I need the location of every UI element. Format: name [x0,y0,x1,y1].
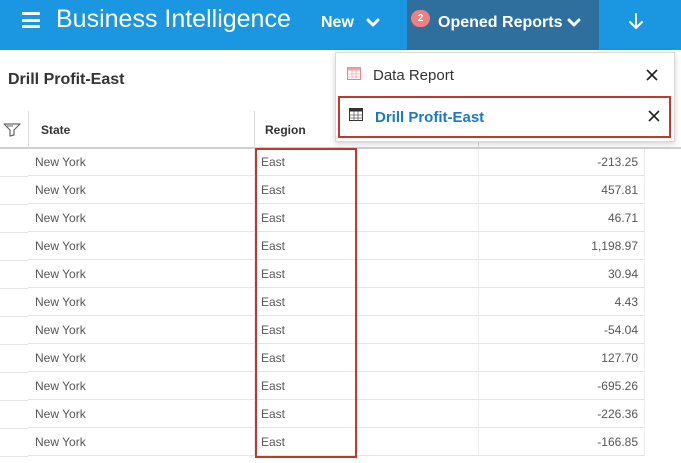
state-cell: New York [28,401,254,428]
new-menu-button[interactable]: New [306,0,402,50]
filter-icon[interactable] [3,123,21,137]
profit-cell: -695.26 [478,373,645,400]
state-cell: New York [28,429,254,456]
state-cell: New York [28,149,254,176]
opened-report-label: Data Report [373,67,454,84]
table-row[interactable]: New York East -166.85 [0,429,681,457]
column-header-state[interactable]: State [41,123,70,137]
table-row[interactable]: New York East 127.70 [0,345,681,373]
state-cell: New York [28,233,254,260]
state-cell: New York [28,345,254,372]
row-gutter [0,261,28,289]
profit-cell: -54.04 [478,317,645,344]
profit-cell: 1,198.97 [478,233,645,260]
row-gutter [0,345,28,373]
report-icon [347,67,361,80]
state-cell: New York [28,261,254,288]
opened-reports-count-badge: 2 [411,10,430,27]
region-cell: East [254,233,478,260]
chevron-down-icon [366,18,380,27]
table-body: New York East -213.25 New York East 457.… [0,149,681,457]
row-gutter [0,373,28,401]
table-row[interactable]: New York East -54.04 [0,317,681,345]
profit-cell: 4.43 [478,289,645,316]
profit-cell: 46.71 [478,205,645,232]
region-cell: East [254,205,478,232]
arrow-down-icon [629,13,643,29]
table-row[interactable]: New York East 1,198.97 [0,233,681,261]
table-icon [349,108,363,121]
opened-reports-menu-button[interactable]: 2 Opened Reports [407,0,599,50]
row-gutter [0,233,28,261]
row-gutter [0,317,28,345]
page-title: Drill Profit-East [8,71,125,88]
row-gutter [0,205,28,233]
close-icon[interactable] [648,110,660,122]
table-row[interactable]: New York East -695.26 [0,373,681,401]
region-cell: East [254,429,478,456]
table-row[interactable]: New York East -226.36 [0,401,681,429]
profit-cell: 30.94 [478,261,645,288]
opened-report-label: Drill Profit-East [375,109,485,126]
state-cell: New York [28,177,254,204]
column-divider [254,111,255,148]
table-row[interactable]: New York East 30.94 [0,261,681,289]
table-row[interactable]: New York East 4.43 [0,289,681,317]
chevron-down-icon [567,18,581,27]
column-header-region[interactable]: Region [265,123,306,137]
row-gutter [0,429,28,457]
region-cell: East [254,177,478,204]
opened-reports-dropdown: Data Report Drill Profit-East [335,52,675,142]
column-divider [28,111,29,148]
opened-report-item-drill-profit-east[interactable]: Drill Profit-East [338,96,671,138]
region-cell: East [254,401,478,428]
opened-reports-label: Opened Reports [438,14,563,31]
state-cell: New York [28,205,254,232]
profit-cell: -226.36 [478,401,645,428]
region-cell: East [254,317,478,344]
state-cell: New York [28,317,254,344]
state-cell: New York [28,373,254,400]
profit-cell: 127.70 [478,345,645,372]
profit-cell: -166.85 [478,429,645,456]
profit-cell: 457.81 [478,177,645,204]
row-gutter [0,149,28,177]
new-menu-label: New [321,14,354,31]
region-cell: East [254,289,478,316]
region-cell: East [254,373,478,400]
row-gutter [0,177,28,205]
table-row[interactable]: New York East 46.71 [0,205,681,233]
row-gutter [0,289,28,317]
hamburger-menu-icon[interactable] [22,12,40,28]
opened-report-item-data-report[interactable]: Data Report [336,55,674,95]
app-title: Business Intelligence [56,5,291,33]
table-row[interactable]: New York East 457.81 [0,177,681,205]
profit-cell: -213.25 [478,149,645,176]
table-row[interactable]: New York East -213.25 [0,149,681,177]
download-button[interactable] [600,0,681,50]
close-icon[interactable] [646,69,658,81]
row-gutter [0,401,28,429]
top-bar: Business Intelligence New 2 Opened Repor… [0,0,681,50]
state-cell: New York [28,289,254,316]
region-cell: East [254,149,478,176]
region-cell: East [254,345,478,372]
region-cell: East [254,261,478,288]
